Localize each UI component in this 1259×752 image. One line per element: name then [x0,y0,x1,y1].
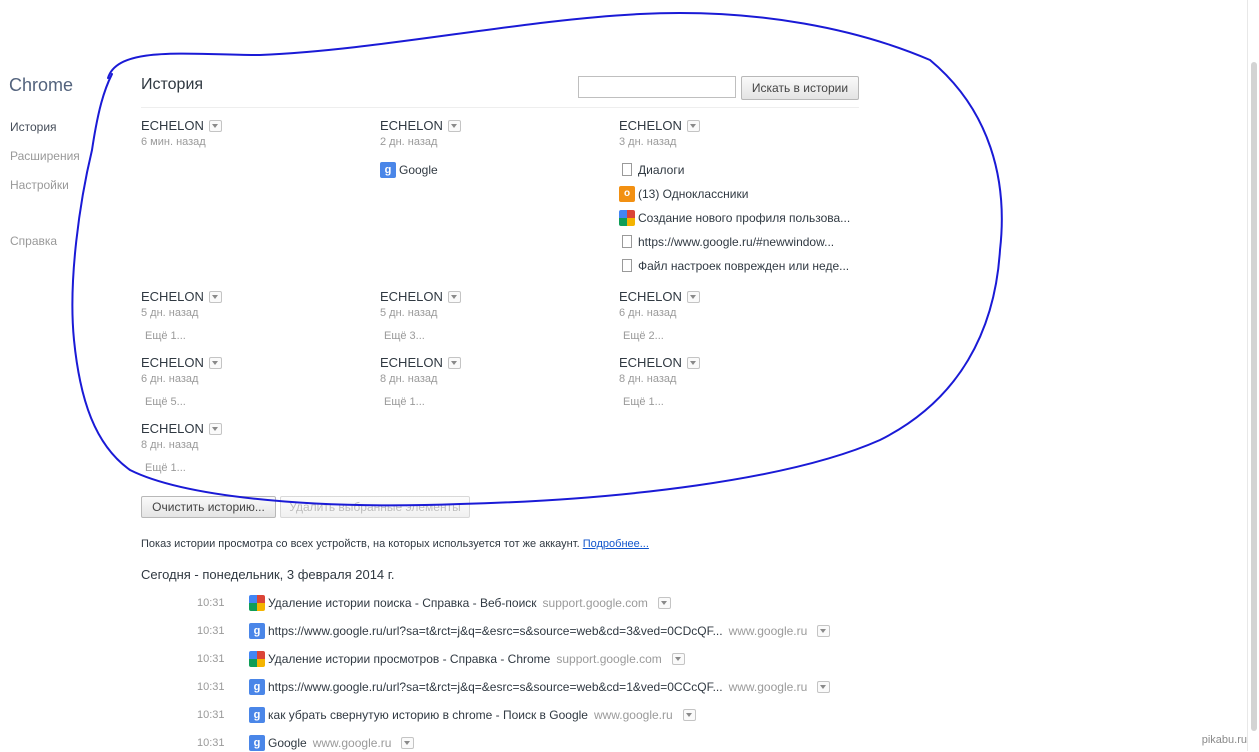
annotation-scribble [71,12,1003,507]
watermark: pikabu.ru [1201,734,1247,746]
